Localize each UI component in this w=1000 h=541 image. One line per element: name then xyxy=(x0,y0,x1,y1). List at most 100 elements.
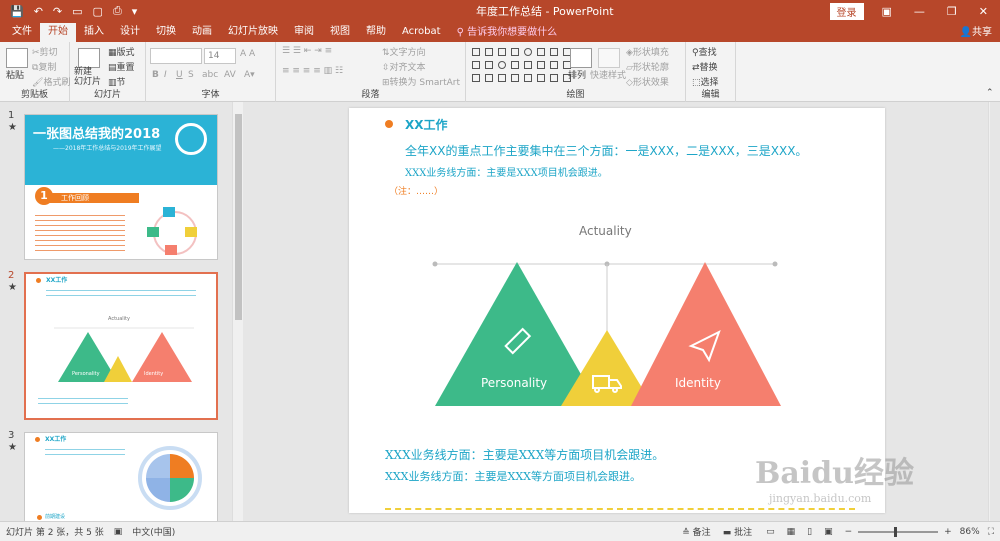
thumb2-personality: Personality xyxy=(72,371,100,377)
reset-icon: ▤ xyxy=(108,63,117,73)
zoom-slider[interactable] xyxy=(858,526,939,537)
quick-styles-icon[interactable] xyxy=(598,48,620,68)
font-size-input[interactable]: 14 xyxy=(204,48,236,64)
char-spacing-icon[interactable]: AV xyxy=(224,70,236,80)
shape-fill-button[interactable]: ◈形状填充 xyxy=(626,45,669,58)
watermark-url: jingyan.baidu.com xyxy=(769,492,872,505)
slide-line-2[interactable]: XXX业务线方面：主要是XXX项目机会跟进。 xyxy=(405,164,608,179)
undo-icon[interactable]: ↶ xyxy=(34,5,43,18)
slide-line-1[interactable]: 全年XX的重点工作主要集中在三个方面：一是XXX，二是XXX，三是XXX。 xyxy=(405,142,807,159)
new-slide-icon[interactable] xyxy=(78,48,100,68)
bullets-icon[interactable]: ☰ ☰ ⇤ ⇥ ≡ xyxy=(282,46,332,56)
reading-view-icon[interactable]: ▯ xyxy=(807,527,812,537)
thumbnail-scrollbar[interactable] xyxy=(232,102,243,521)
bold-icon[interactable]: B xyxy=(152,70,159,80)
spellcheck-icon[interactable]: ▣ xyxy=(114,527,123,537)
slide-thumbnail-2[interactable]: XX工作 Actuality Personality Identity xyxy=(24,272,218,420)
notes-button[interactable]: ≙ 备注 xyxy=(682,525,710,538)
copy-button[interactable]: ⧉复制 xyxy=(32,60,56,73)
paste-icon[interactable] xyxy=(6,48,28,68)
close-icon[interactable]: ✕ xyxy=(979,5,988,18)
paste-button[interactable]: 粘贴 xyxy=(6,68,24,81)
tab-help[interactable]: 帮助 xyxy=(358,23,394,42)
tab-file[interactable]: 文件 xyxy=(4,23,40,42)
shadow-icon[interactable]: S xyxy=(188,70,194,80)
slide-bottom-line-1[interactable]: XXX业务线方面：主要是XXX等方面项目机会跟进。 xyxy=(385,446,664,463)
find-button[interactable]: ⚲查找 xyxy=(692,45,717,58)
shape-outline-button[interactable]: ▱形状轮廓 xyxy=(626,60,669,73)
redo-icon[interactable]: ↷ xyxy=(53,5,62,18)
tab-transitions[interactable]: 切换 xyxy=(148,23,184,42)
font-name-input[interactable] xyxy=(150,48,202,64)
cut-button[interactable]: ✂剪切 xyxy=(32,45,58,58)
slide-thumbnail-3[interactable]: XX工作 前期建设 xyxy=(24,432,218,522)
ribbon-options-icon[interactable]: ▣ xyxy=(882,5,892,18)
layout-button[interactable]: ▦版式 xyxy=(108,45,135,58)
search-icon: ⚲ xyxy=(456,27,468,38)
underline-icon[interactable]: U xyxy=(176,70,183,80)
find-icon: ⚲ xyxy=(692,48,699,58)
zoom-in-icon[interactable]: + xyxy=(944,527,952,537)
comments-button[interactable]: ▬ 批注 xyxy=(723,525,752,538)
from-beginning-icon[interactable]: ▭ xyxy=(72,5,82,18)
slideshow-view-icon[interactable]: ▣ xyxy=(824,527,833,537)
zoom-out-icon[interactable]: − xyxy=(845,527,853,537)
italic-icon[interactable]: I xyxy=(164,70,167,80)
replace-button[interactable]: ⇄替换 xyxy=(692,60,718,73)
minimize-icon[interactable]: — xyxy=(914,5,925,18)
tab-slideshow[interactable]: 幻灯片放映 xyxy=(220,23,286,42)
quick-styles-button[interactable]: 快速样式 xyxy=(590,68,626,81)
tab-review[interactable]: 审阅 xyxy=(286,23,322,42)
thumb-number: 3 xyxy=(8,430,15,441)
thumb1-subtitle: ——2018年工作总结与2019年工作展望 xyxy=(53,145,162,152)
tab-acrobat[interactable]: Acrobat xyxy=(394,23,449,42)
thumbnail-scroll-thumb[interactable] xyxy=(235,114,242,320)
layout-icon: ▦ xyxy=(108,48,117,58)
text-direction-button[interactable]: ⇅文字方向 xyxy=(382,45,426,58)
label-identity[interactable]: Identity xyxy=(675,376,721,390)
print-icon[interactable]: ⎙ xyxy=(113,4,122,18)
save-icon[interactable]: 💾 xyxy=(10,5,24,18)
tab-animations[interactable]: 动画 xyxy=(184,23,220,42)
title-bar: 💾 ↶ ↷ ▭ ▢ ⎙ ▾ 年度工作总结 - PowerPoint 登录 ▣ —… xyxy=(0,0,1000,22)
slides-group-label: 幻灯片 xyxy=(93,90,121,100)
fit-slide-icon[interactable]: ⛶ xyxy=(988,527,994,537)
font-color-icon[interactable]: A▾ xyxy=(244,70,255,80)
normal-view-icon[interactable]: ▭ xyxy=(766,527,775,537)
tab-home[interactable]: 开始 xyxy=(40,23,76,42)
login-button[interactable]: 登录 xyxy=(829,2,864,20)
editor-scrollbar[interactable] xyxy=(988,102,990,521)
sorter-view-icon[interactable]: ▦ xyxy=(787,527,796,537)
share-button[interactable]: 👤共享 xyxy=(960,24,992,42)
customize-icon[interactable]: ▾ xyxy=(132,5,138,18)
zoom-level[interactable]: 86% xyxy=(960,527,980,537)
label-personality[interactable]: Personality xyxy=(481,376,547,390)
slide-note[interactable]: （注：……） xyxy=(389,184,443,197)
tab-view[interactable]: 视图 xyxy=(322,23,358,42)
slide-thumbnail-1[interactable]: 一张图总结我的2018 ——2018年工作总结与2019年工作展望 1 工作回顾 xyxy=(24,114,218,260)
slide-bottom-line-2[interactable]: XXX业务线方面：主要是XXX等方面项目机会跟进。 xyxy=(385,468,641,484)
reset-button[interactable]: ▤重置 xyxy=(108,60,135,73)
ribbon: 粘贴 ✂剪切 ⧉复制 🖌格式刷 剪贴板 新建 幻灯片 ▦版式 ▤重置 ▥节 幻灯… xyxy=(0,42,1000,102)
tab-design[interactable]: 设计 xyxy=(112,23,148,42)
align-icons[interactable]: ≡ ≡ ≡ ≡ ▥ ☷ xyxy=(282,66,343,76)
comments-label: 批注 xyxy=(734,528,753,538)
label-actuality[interactable]: Actuality xyxy=(579,224,632,238)
new-slide-button[interactable]: 新建 幻灯片 xyxy=(74,67,101,87)
font-grow-icon[interactable]: A A xyxy=(240,49,255,59)
language-status[interactable]: 中文(中国) xyxy=(132,525,175,538)
open-icon[interactable]: ▢ xyxy=(93,5,103,18)
quick-access-toolbar: 💾 ↶ ↷ ▭ ▢ ⎙ ▾ xyxy=(0,4,260,18)
slide-heading[interactable]: XX工作 xyxy=(405,116,448,133)
tab-insert[interactable]: 插入 xyxy=(76,23,112,42)
strikethrough-icon[interactable]: abc xyxy=(202,70,218,80)
restore-icon[interactable]: ❐ xyxy=(947,5,957,18)
shapes-gallery[interactable] xyxy=(470,46,571,84)
arrange-icon[interactable] xyxy=(570,48,592,68)
zoom-slider-handle[interactable] xyxy=(894,526,898,537)
arrange-button[interactable]: 排列 xyxy=(568,68,586,81)
drawing-group: 排列 快速样式 ◈形状填充 ▱形状轮廓 ◇形状效果 绘图 xyxy=(466,42,686,102)
tell-me-search[interactable]: ⚲ 告诉我你想要做什么 xyxy=(457,24,558,42)
collapse-ribbon-icon[interactable]: ⌃ xyxy=(986,88,994,98)
align-text-button[interactable]: ⇳对齐文本 xyxy=(382,60,426,73)
